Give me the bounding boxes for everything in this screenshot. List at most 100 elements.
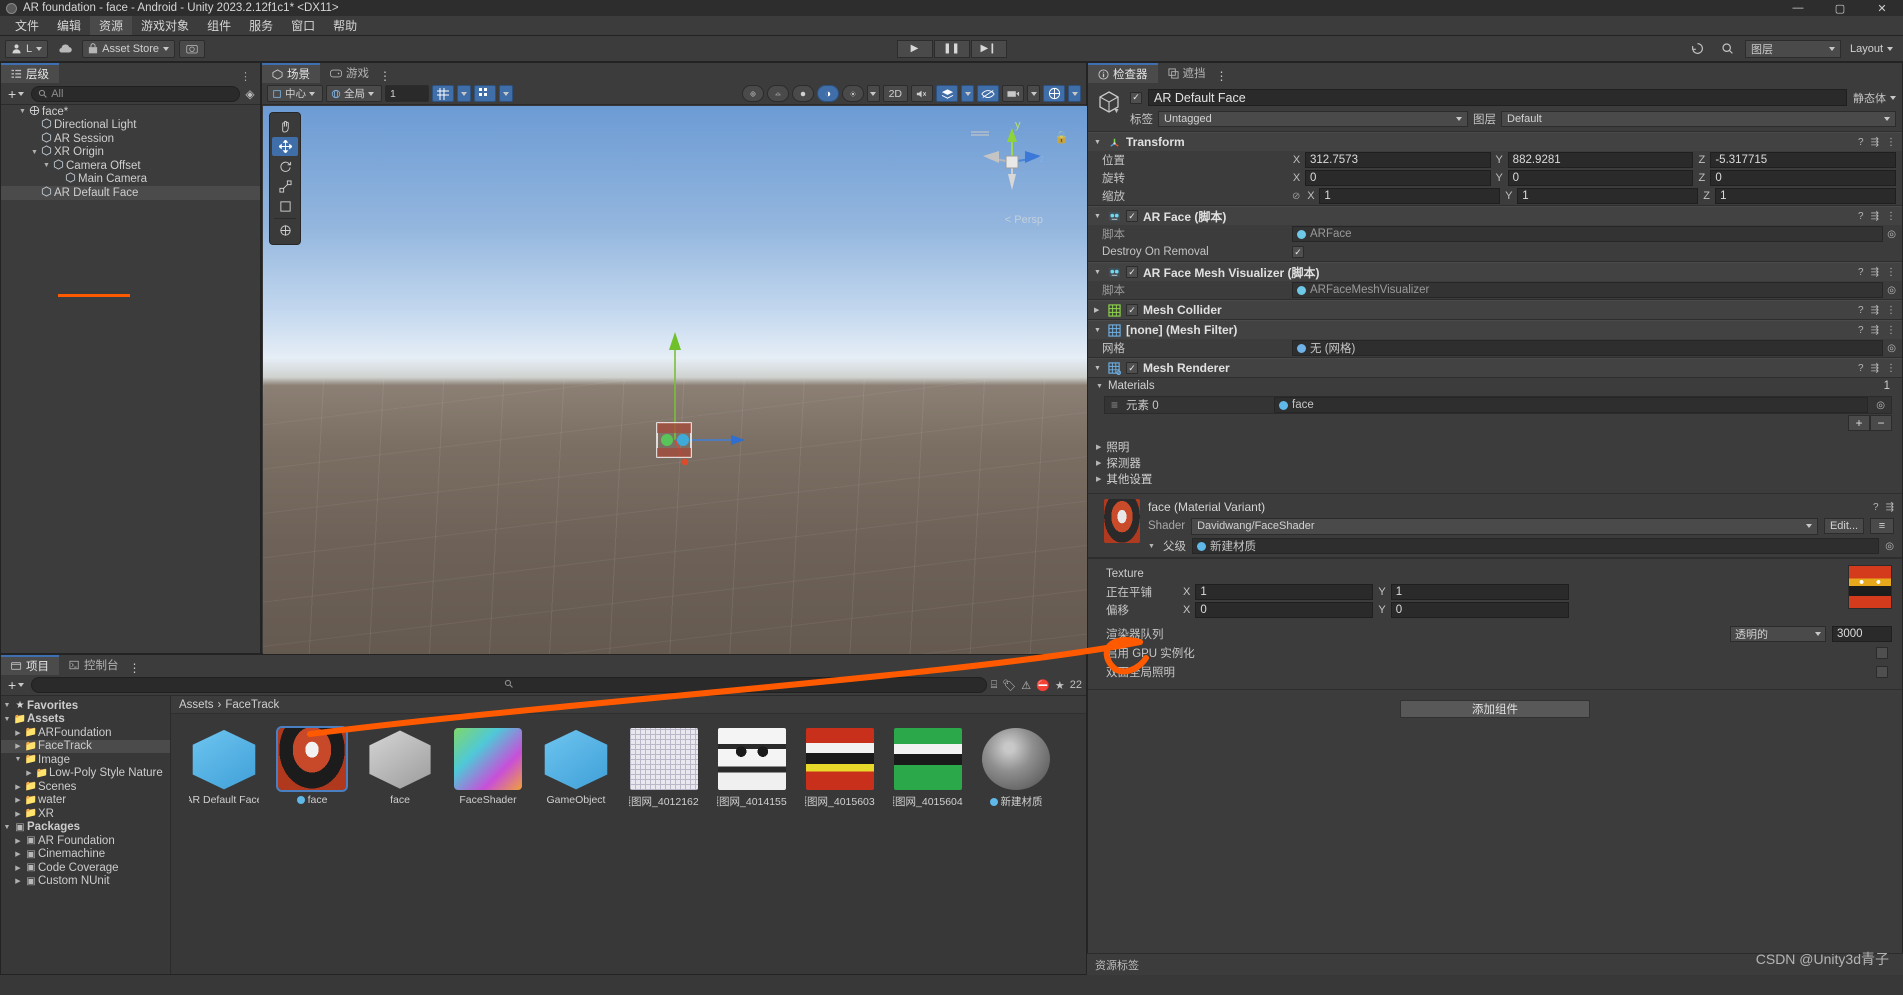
materials-foldout[interactable]: ▼ Materials 1 [1088, 378, 1902, 394]
triangle-down-icon[interactable]: ▼ [1, 824, 13, 831]
transform-x-input[interactable]: 312.7573 [1305, 152, 1491, 168]
search-warning-icon[interactable]: ⚠ [1021, 679, 1031, 692]
menu-window[interactable]: 窗口 [282, 16, 324, 35]
scene-shading-button[interactable] [791, 85, 814, 102]
breadcrumb-assets[interactable]: Assets [179, 699, 214, 711]
asset-item[interactable]: face [276, 726, 348, 809]
help-icon[interactable]: ? [1858, 211, 1864, 222]
transform-x-input[interactable]: 0 [1305, 170, 1491, 186]
menu-file[interactable]: 文件 [6, 16, 48, 35]
triangle-down-icon[interactable]: ▼ [17, 108, 28, 115]
scene-persp-label[interactable]: < Persp [1005, 214, 1043, 226]
tiling-y-input[interactable]: 1 [1390, 584, 1569, 600]
scene-camera-overlay-button[interactable] [1002, 85, 1024, 102]
audio-mute-button[interactable] [911, 85, 933, 102]
close-button[interactable]: ✕ [1861, 0, 1903, 16]
menu-services[interactable]: 服务 [240, 16, 282, 35]
offset-y-input[interactable]: 0 [1390, 602, 1569, 618]
transform-z-input[interactable]: 0 [1710, 170, 1897, 186]
project-tree-item-cinemachine[interactable]: ▶ ▣ Cinemachine [1, 848, 170, 862]
material-remove-button[interactable]: − [1870, 415, 1892, 431]
kebab-menu-icon[interactable]: ⋮ [1886, 305, 1896, 316]
project-tree-item-image[interactable]: ▼ 📁 Image [1, 753, 170, 767]
tab-game[interactable]: 游戏 [320, 63, 379, 83]
search-by-label-icon[interactable]: 🏷 [1002, 679, 1016, 692]
foldout-probes[interactable]: ▶ 探测器 [1088, 455, 1902, 471]
transform-tool-button[interactable] [272, 221, 298, 240]
asset-item[interactable]: GameObject [541, 728, 611, 809]
object-enabled-checkbox[interactable]: ✓ [1130, 91, 1142, 104]
hierarchy-item-directional-light[interactable]: Directional Light [1, 118, 260, 133]
triangle-right-icon[interactable]: ▶ [12, 729, 24, 737]
texture-thumbnail[interactable] [1848, 565, 1892, 609]
preset-icon[interactable]: ⇶ [1871, 137, 1879, 148]
maximize-button[interactable]: ▢ [1819, 0, 1861, 16]
help-icon[interactable]: ? [1858, 363, 1864, 374]
object-picker-icon[interactable]: ◎ [1887, 229, 1896, 240]
lock-icon[interactable]: 🔒 [1054, 130, 1069, 144]
inspector-menu-button[interactable]: ⋮ [1216, 69, 1228, 83]
hierarchy-tree[interactable]: ▼ face* Directional Light AR Session ▼ XR Ori… [1, 105, 260, 653]
grid-snap-button[interactable] [432, 85, 454, 102]
menu-gameobject[interactable]: 游戏对象 [132, 16, 198, 35]
kebab-menu-icon[interactable]: ⋮ [1886, 211, 1896, 222]
scene-layers-button[interactable] [936, 85, 958, 102]
transform-y-input[interactable]: 882.9281 [1507, 152, 1694, 168]
help-icon[interactable]: ? [1858, 267, 1864, 278]
asset-item[interactable]: AR Default Face [189, 728, 259, 809]
asset-item[interactable]: face [365, 728, 435, 809]
hierarchy-menu-button[interactable]: ⋮ [232, 70, 260, 83]
render-queue-dropdown[interactable]: 透明的 [1730, 626, 1826, 642]
play-button[interactable]: ▶ [896, 39, 933, 58]
screenshot-button[interactable] [178, 39, 205, 58]
asset-item[interactable]: FaceShader [453, 728, 523, 809]
snap-dropdown[interactable] [499, 85, 513, 102]
triangle-down-icon[interactable]: ▼ [1094, 213, 1103, 220]
project-search-input[interactable] [31, 677, 987, 693]
hierarchy-item-ar-session[interactable]: AR Session [1, 132, 260, 146]
project-tree-item-packages[interactable]: ▼ ▣ Packages [1, 821, 170, 835]
account-button[interactable]: L [5, 39, 49, 58]
history-button[interactable] [1684, 39, 1711, 58]
material-element-row[interactable]: ≡ 元素 0 face ◎ [1104, 396, 1892, 414]
object-picker-icon[interactable]: ◎ [1887, 343, 1896, 354]
project-tree-item-ar-foundation[interactable]: ▶ ▣ AR Foundation [1, 834, 170, 848]
help-icon[interactable]: ? [1858, 137, 1864, 148]
asset-item[interactable]: 摄图网_4015604... [893, 728, 963, 809]
tab-project[interactable]: 项目 [1, 655, 59, 675]
double-sided-gi-checkbox[interactable] [1876, 665, 1888, 678]
project-tree-item-custom-nunit[interactable]: ▶ ▣ Custom NUnit [1, 875, 170, 889]
chevron-down-icon[interactable]: ▼ [1113, 108, 1120, 115]
object-picker-icon[interactable]: ◎ [1887, 285, 1896, 296]
scene-viewport[interactable]: y z < Persp 🔒 [263, 106, 1087, 654]
scene-audio-button[interactable] [766, 85, 789, 102]
kebab-menu-icon[interactable]: ⋮ [1886, 267, 1896, 278]
gpu-instancing-checkbox[interactable] [1876, 646, 1888, 659]
triangle-down-icon[interactable]: ▼ [1094, 365, 1103, 372]
breadcrumb-facetrack[interactable]: FaceTrack [225, 699, 279, 711]
transform-z-input[interactable]: 1 [1715, 188, 1897, 204]
help-icon[interactable]: ? [1858, 325, 1864, 336]
component-header[interactable]: ▼ [none] (Mesh Filter)? ⇶ ⋮ [1088, 320, 1902, 339]
static-toggle[interactable]: 静态体 [1853, 90, 1896, 106]
component-header[interactable]: ▼ ✓ AR Face Mesh Visualizer (脚本)? ⇶ ⋮ [1088, 262, 1902, 281]
preset-icon[interactable]: ⇶ [1871, 363, 1879, 374]
gizmos-dropdown[interactable] [1068, 85, 1081, 102]
add-component-button[interactable]: 添加组件 [1400, 700, 1590, 718]
triangle-right-icon[interactable]: ▶ [12, 796, 24, 804]
project-tree-item-code-coverage[interactable]: ▶ ▣ Code Coverage [1, 861, 170, 875]
tab-occlusion[interactable]: 遮挡 [1157, 63, 1216, 83]
gizmos-button[interactable] [1043, 85, 1065, 102]
triangle-down-icon[interactable]: ▼ [1094, 327, 1103, 334]
component-header[interactable]: ▼ Transform? ⇶ ⋮ [1088, 132, 1902, 151]
rotate-tool-button[interactable] [272, 157, 298, 176]
hierarchy-item-camera-offset[interactable]: ▼ Camera Offset [1, 159, 260, 173]
tab-inspector[interactable]: 检查器 [1088, 63, 1158, 83]
triangle-down-icon[interactable]: ▼ [29, 149, 40, 156]
object-reference-field[interactable]: ARFaceMeshVisualizer [1292, 282, 1884, 298]
triangle-right-icon[interactable]: ▶ [12, 783, 24, 791]
search-by-type-icon[interactable]: ⌸ [991, 679, 998, 692]
component-header[interactable]: ▼ ✓ Mesh Renderer? ⇶ ⋮ [1088, 358, 1902, 377]
offset-x-input[interactable]: 0 [1195, 602, 1374, 618]
foldout-additional[interactable]: ▶ 其他设置 [1088, 471, 1902, 487]
